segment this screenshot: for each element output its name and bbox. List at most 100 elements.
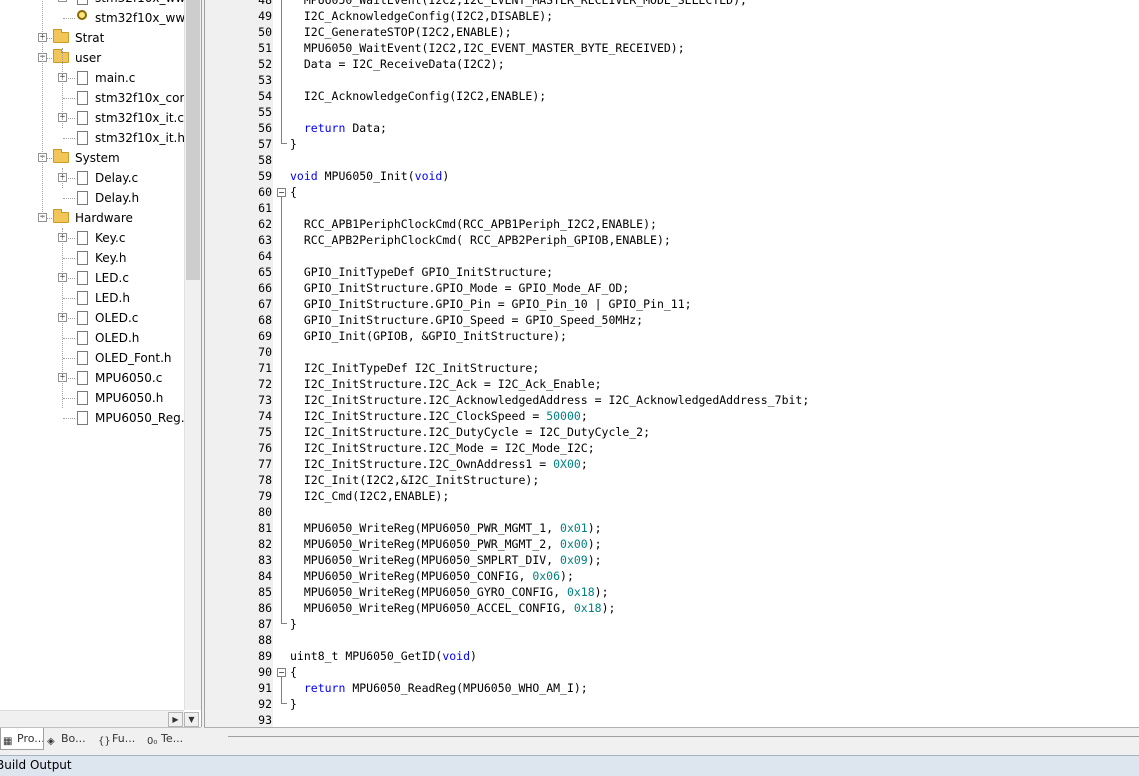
tree-item[interactable]: stm32f10x_it.h [0, 128, 185, 148]
tree-item[interactable]: + Key.c [0, 228, 184, 248]
tab-templates[interactable]: 0₀ Te... [145, 728, 197, 750]
code-line[interactable]: 51 MPU6050_WaitEvent(I2C2,I2C_EVENT_MAST… [205, 40, 1139, 56]
fold-collapse-icon[interactable]: − [277, 668, 286, 677]
tree-item[interactable]: Key.h [0, 248, 184, 268]
code-line[interactable]: 62 RCC_APB1PeriphClockCmd(RCC_APB1Periph… [205, 216, 1139, 232]
code-line[interactable]: 67 GPIO_InitStructure.GPIO_Pin = GPIO_Pi… [205, 296, 1139, 312]
file-icon [77, 311, 88, 325]
tree-item[interactable]: MPU6050_Reg.h [0, 408, 192, 428]
code-line[interactable]: 90 {− [205, 664, 1139, 680]
code-line[interactable]: 49 I2C_AcknowledgeConfig(I2C2,DISABLE); [205, 8, 1139, 24]
build-output-panel[interactable]: Build Output [0, 755, 1139, 776]
code-line[interactable]: 80 [205, 504, 1139, 520]
code-line[interactable]: 58 [205, 152, 1139, 168]
tab-books[interactable]: ◈ Bo... [45, 728, 95, 750]
code-line[interactable]: 79 I2C_Cmd(I2C2,ENABLE); [205, 488, 1139, 504]
code-line[interactable]: 64 [205, 248, 1139, 264]
tree-item[interactable]: OLED_Font.h [0, 348, 184, 368]
tree-item[interactable]: + MPU6050.c [0, 368, 184, 388]
tab-project[interactable]: ▦ Pro... [0, 728, 44, 750]
code-text: I2C_InitStructure.I2C_Mode = I2C_Mode_I2… [290, 441, 595, 455]
tree-item[interactable]: stm32f10x_wwdg [0, 8, 200, 28]
tree-item[interactable]: OLED.h [0, 328, 184, 348]
tree-item[interactable]: +stm32f10x_wwdg [0, 0, 200, 8]
code-text: MPU6050_WriteReg(MPU6050_PWR_MGMT_1, 0x0… [290, 521, 602, 535]
code-line[interactable]: 84 MPU6050_WriteReg(MPU6050_CONFIG, 0x06… [205, 568, 1139, 584]
code-line[interactable]: 65 GPIO_InitTypeDef GPIO_InitStructure; [205, 264, 1139, 280]
project-horizontal-scrollbar[interactable]: ▶ ▼ [0, 710, 199, 727]
code-line[interactable]: 87} [205, 616, 1139, 632]
code-line[interactable]: 89 uint8_t MPU6050_GetID(void) [205, 648, 1139, 664]
code-line[interactable]: 75 I2C_InitStructure.I2C_DutyCycle = I2C… [205, 424, 1139, 440]
scrollbar-thumb[interactable] [186, 0, 200, 280]
code-line[interactable]: 53 [205, 72, 1139, 88]
editor-horizontal-scrollbar[interactable] [228, 736, 1139, 737]
code-line[interactable]: 61 [205, 200, 1139, 216]
line-number: 56 [258, 121, 272, 135]
code-line[interactable]: 68 GPIO_InitStructure.GPIO_Speed = GPIO_… [205, 312, 1139, 328]
line-number: 71 [258, 361, 272, 375]
line-number: 89 [258, 649, 272, 663]
expand-icon[interactable]: + [58, 0, 67, 2]
gear-file-icon [77, 10, 87, 20]
tree-item[interactable]: + Delay.c [0, 168, 184, 188]
code-line[interactable]: 88 [205, 632, 1139, 648]
line-number: 91 [258, 681, 272, 695]
code-line[interactable]: 63 RCC_APB2PeriphClockCmd( RCC_APB2Perip… [205, 232, 1139, 248]
code-text: RCC_APB2PeriphClockCmd( RCC_APB2Periph_G… [290, 233, 671, 247]
code-line[interactable]: 74 I2C_InitStructure.I2C_ClockSpeed = 50… [205, 408, 1139, 424]
tree-item-label: Strat [75, 31, 105, 45]
code-line[interactable]: 54 I2C_AcknowledgeConfig(I2C2,ENABLE); [205, 88, 1139, 104]
code-line[interactable]: 72 I2C_InitStructure.I2C_Ack = I2C_Ack_E… [205, 376, 1139, 392]
code-line[interactable]: 48 MPU6050_WaitEvent(I2C2,I2C_EVENT_MAST… [205, 0, 1139, 8]
fold-collapse-icon[interactable]: − [277, 188, 286, 197]
tree-item[interactable]: LED.h [0, 288, 184, 308]
scroll-down-icon[interactable]: ▼ [184, 712, 199, 727]
scroll-right-icon[interactable]: ▶ [168, 712, 183, 727]
tree-item[interactable]: − Hardware [0, 208, 184, 228]
code-line[interactable]: 60 {− [205, 184, 1139, 200]
tree-item[interactable]: + Strat [0, 28, 184, 48]
tree-item[interactable]: − user [0, 48, 184, 68]
tree-item[interactable]: stm32f10x_conf.h [0, 88, 201, 108]
code-line[interactable]: 66 GPIO_InitStructure.GPIO_Mode = GPIO_M… [205, 280, 1139, 296]
file-icon [77, 111, 88, 125]
code-line[interactable]: 82 MPU6050_WriteReg(MPU6050_PWR_MGMT_2, … [205, 536, 1139, 552]
tree-item[interactable]: + main.c [0, 68, 184, 88]
code-line[interactable]: 81 MPU6050_WriteReg(MPU6050_PWR_MGMT_1, … [205, 520, 1139, 536]
line-number: 69 [258, 329, 272, 343]
tree-item[interactable]: + OLED.c [0, 308, 184, 328]
tree-item[interactable]: Delay.h [0, 188, 184, 208]
code-line[interactable]: 73 I2C_InitStructure.I2C_AcknowledgedAdd… [205, 392, 1139, 408]
code-line[interactable]: 59 void MPU6050_Init(void) [205, 168, 1139, 184]
tree-item[interactable]: + LED.c [0, 268, 184, 288]
code-area[interactable]: 48 MPU6050_WaitEvent(I2C2,I2C_EVENT_MAST… [205, 0, 1139, 728]
code-line[interactable]: 56 return Data; [205, 120, 1139, 136]
project-vertical-scrollbar[interactable] [184, 0, 201, 710]
code-line[interactable]: 93 [205, 712, 1139, 728]
code-line[interactable]: 70 [205, 344, 1139, 360]
code-line[interactable]: 50 I2C_GenerateSTOP(I2C2,ENABLE); [205, 24, 1139, 40]
code-line[interactable]: 92} [205, 696, 1139, 712]
code-line[interactable]: 55 [205, 104, 1139, 120]
tree-item[interactable]: − System [0, 148, 184, 168]
line-number: 50 [258, 25, 272, 39]
tab-functions[interactable]: {}Fu... [96, 728, 144, 750]
code-line[interactable]: 76 I2C_InitStructure.I2C_Mode = I2C_Mode… [205, 440, 1139, 456]
code-line[interactable]: 69 GPIO_Init(GPIOB, &GPIO_InitStructure)… [205, 328, 1139, 344]
tree-connector [63, 298, 75, 299]
code-line[interactable]: 83 MPU6050_WriteReg(MPU6050_SMPLRT_DIV, … [205, 552, 1139, 568]
code-text: MPU6050_WriteReg(MPU6050_CONFIG, 0x06); [290, 569, 574, 583]
code-line[interactable]: 86 MPU6050_WriteReg(MPU6050_ACCEL_CONFIG… [205, 600, 1139, 616]
code-editor[interactable]: 48 MPU6050_WaitEvent(I2C2,I2C_EVENT_MAST… [204, 0, 1139, 727]
code-line[interactable]: 91 return MPU6050_ReadReg(MPU6050_WHO_AM… [205, 680, 1139, 696]
code-line[interactable]: 77 I2C_InitStructure.I2C_OwnAddress1 = 0… [205, 456, 1139, 472]
code-line[interactable]: 52 Data = I2C_ReceiveData(I2C2); [205, 56, 1139, 72]
code-line[interactable]: 78 I2C_Init(I2C2,&I2C_InitStructure); [205, 472, 1139, 488]
code-line[interactable]: 71 I2C_InitTypeDef I2C_InitStructure; [205, 360, 1139, 376]
code-line[interactable]: 85 MPU6050_WriteReg(MPU6050_GYRO_CONFIG,… [205, 584, 1139, 600]
code-text: MPU6050_WaitEvent(I2C2,I2C_EVENT_MASTER_… [290, 41, 685, 55]
tree-item[interactable]: + stm32f10x_it.c [0, 108, 184, 128]
tree-item[interactable]: MPU6050.h [0, 388, 184, 408]
code-line[interactable]: 57} [205, 136, 1139, 152]
